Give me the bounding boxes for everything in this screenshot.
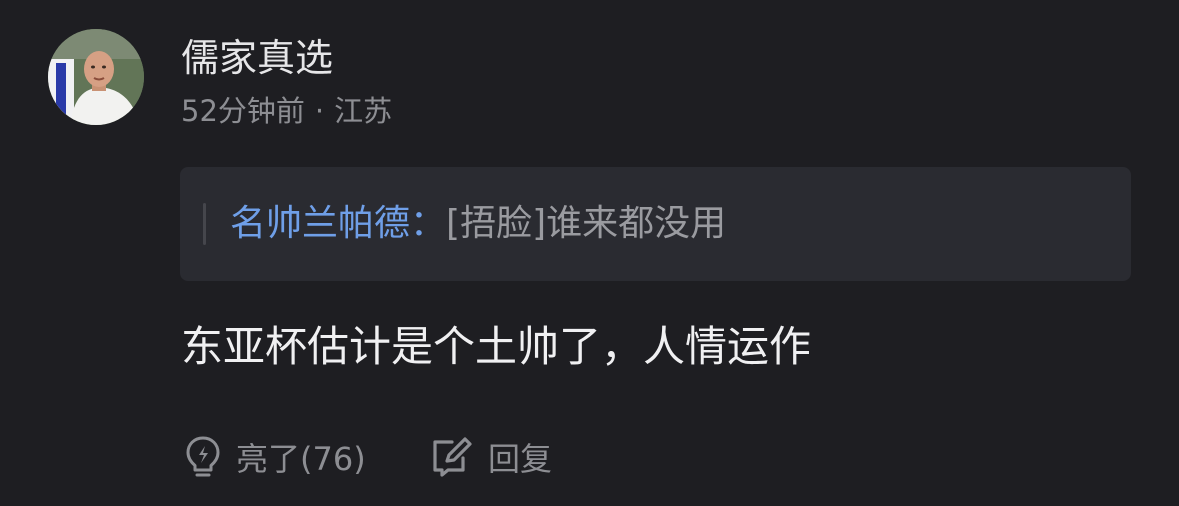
comment-meta: 52分钟前 · 江苏 <box>181 92 392 130</box>
like-button[interactable]: 亮了(76) <box>184 433 366 481</box>
reply-button[interactable]: 回复 <box>430 433 552 481</box>
quote-colon: ： <box>410 203 447 244</box>
comment-content: 东亚杯估计是个土帅了，人情运作 <box>181 322 812 371</box>
quote-body: [捂脸]谁来都没用 <box>446 203 727 244</box>
comment-time: 52分钟前 <box>181 94 305 128</box>
edit-reply-icon <box>430 436 474 478</box>
comment-location: 江苏 <box>334 94 393 128</box>
lightbulb-icon <box>184 435 222 479</box>
quote-author[interactable]: 名帅兰帕德 <box>230 203 410 244</box>
username[interactable]: 儒家真选 <box>181 34 333 82</box>
avatar[interactable] <box>48 29 144 125</box>
like-label: 亮了(76) <box>236 440 366 478</box>
reply-label: 回复 <box>488 440 553 478</box>
quote-bar <box>203 203 206 245</box>
quoted-reply[interactable]: 名帅兰帕德：[捂脸]谁来都没用 <box>180 167 1131 281</box>
meta-separator: · <box>314 94 325 128</box>
quote-text: 名帅兰帕德：[捂脸]谁来都没用 <box>230 200 726 248</box>
